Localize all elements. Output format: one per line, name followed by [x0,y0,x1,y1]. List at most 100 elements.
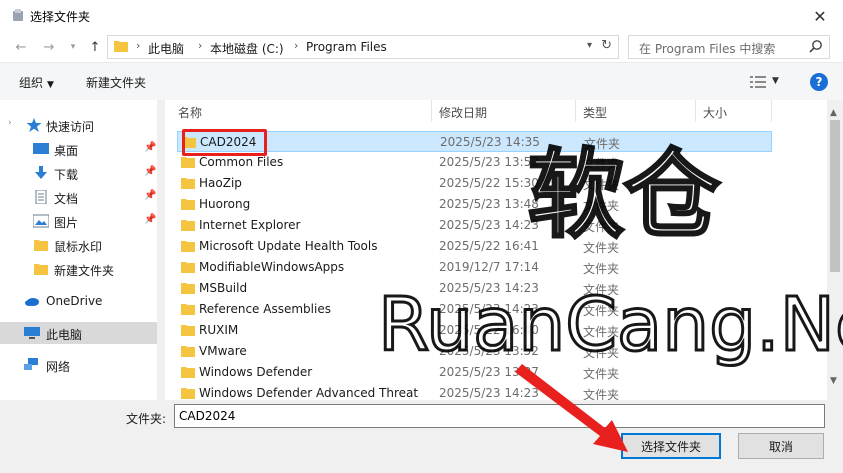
file-type: 文件夹 [583,241,620,255]
folder-icon [181,220,195,231]
nav-item-documents[interactable]: 文档 📌 [0,186,158,208]
view-options-icon[interactable] [750,75,766,89]
file-row[interactable]: MSBuild 2025/5/23 14:23 文件夹 [177,278,772,299]
nav-item-this-pc[interactable]: 此电脑 [0,322,158,344]
desktop-icon [33,143,49,154]
file-row[interactable]: Microsoft Update Health Tools 2025/5/22 1… [177,236,772,257]
file-row[interactable]: HaoZip 2025/5/22 15:30 文件夹 [177,173,772,194]
recent-locations-button[interactable]: ▾ [64,38,82,56]
column-divider[interactable] [431,100,432,122]
file-name: MSBuild [199,281,248,295]
nav-item-quick-access[interactable]: › 快速访问 [0,114,158,136]
file-name: RUXIM [199,323,239,337]
search-icon [809,40,822,53]
file-row[interactable]: RUXIM 2025/5/22 16:40 文件夹 [177,320,772,341]
address-history-chevron-icon[interactable]: ▾ [587,40,592,51]
column-header-name[interactable]: 名称 [178,104,202,121]
folder-icon [181,178,195,189]
file-name: Reference Assemblies [199,302,331,316]
nav-item-label: 新建文件夹 [54,264,115,278]
file-list-scrollbar[interactable]: ▲ ▼ [827,100,843,400]
navigation-row: ← → ▾ ↑ › 此电脑 › 本地磁盘 (C:) › Program File… [0,32,843,62]
cloud-icon [25,298,39,306]
file-row[interactable]: Reference Assemblies 2025/5/23 14:23 文件夹 [177,299,772,320]
file-name: HaoZip [199,176,242,190]
file-type: 文件夹 [583,388,620,400]
back-arrow-icon: ← [15,39,27,55]
nav-item-downloads[interactable]: 下载 📌 [0,162,158,184]
new-folder-button[interactable]: 新建文件夹 [86,74,146,91]
annotation-highlight-box [182,129,267,156]
column-header-date[interactable]: 修改日期 [439,104,487,121]
file-type: 文件夹 [583,178,620,192]
file-type: 文件夹 [583,283,620,297]
nav-item-onedrive[interactable]: OneDrive [0,290,158,312]
refresh-icon[interactable]: ↻ [601,38,612,53]
nav-item-pictures[interactable]: 图片 📌 [0,210,158,232]
column-header-row: ^ 名称 修改日期 类型 大小 [165,100,827,122]
nav-item-desktop[interactable]: 桌面 📌 [0,138,158,160]
nav-item-new-folder[interactable]: 新建文件夹 [0,258,158,280]
folder-icon [181,367,195,378]
cancel-button[interactable]: 取消 [738,433,824,459]
folder-icon [181,199,195,210]
help-icon[interactable]: ? [810,73,828,91]
scroll-up-icon[interactable]: ▲ [830,108,837,118]
star-icon [26,118,42,132]
file-date: 2025/5/23 14:23 [439,302,539,316]
app-icon [13,9,23,21]
expand-chevron-icon[interactable]: › [8,118,12,128]
file-row[interactable]: Windows Defender 2025/5/23 13:37 文件夹 [177,362,772,383]
folder-icon [181,262,195,273]
file-row[interactable]: Internet Explorer 2025/5/23 14:23 文件夹 [177,215,772,236]
scrollbar-thumb[interactable] [830,120,840,272]
file-date: 2025/5/22 15:30 [439,176,539,190]
computer-icon [24,327,40,339]
file-name: VMware [199,344,247,358]
file-type: 文件夹 [583,157,620,171]
breadcrumb-program-files[interactable]: Program Files [306,40,387,54]
file-type: 文件夹 [583,346,620,360]
folder-name-input[interactable] [174,404,825,428]
nav-item-network[interactable]: 网络 [0,354,158,376]
scroll-down-icon[interactable]: ▼ [830,376,837,386]
column-divider[interactable] [771,100,772,122]
folder-icon [34,240,48,251]
dialog-footer: 文件夹: 选择文件夹 取消 [0,400,843,473]
column-divider[interactable] [575,100,576,122]
file-row[interactable]: Windows Defender Advanced Threat 2025/5/2… [177,383,772,400]
navigation-pane-scrollbar[interactable] [157,100,165,400]
nav-item-mouse-watermark[interactable]: 鼠标水印 [0,234,158,256]
caret-down-icon: ▼ [47,80,54,90]
select-folder-button[interactable]: 选择文件夹 [621,433,721,459]
address-bar[interactable]: › 此电脑 › 本地磁盘 (C:) › Program Files ▾ ↻ [107,35,619,59]
file-name: Common Files [199,155,284,169]
file-row[interactable]: Huorong 2025/5/23 13:48 文件夹 [177,194,772,215]
up-button[interactable]: ↑ [86,38,104,56]
view-options-caret-icon[interactable]: ▼ [772,76,779,86]
search-box[interactable]: 在 Program Files 中搜索 [628,35,830,59]
file-name: Windows Defender [199,365,313,379]
pin-icon: 📌 [144,166,157,177]
file-type: 文件夹 [583,199,620,213]
file-date: 2025/5/23 14:35 [440,135,540,149]
file-row[interactable]: VMware 2025/5/23 13:52 文件夹 [177,341,772,362]
file-type: 文件夹 [583,325,620,339]
breadcrumb-local-disk[interactable]: 本地磁盘 (C:) [210,40,284,57]
organize-menu-button[interactable]: 组织 ▼ [19,74,54,91]
column-header-size[interactable]: 大小 [703,104,727,121]
nav-item-label: 文档 [54,192,79,206]
file-row[interactable]: ModifiableWindowsApps 2019/12/7 17:14 文件夹 [177,257,772,278]
close-button[interactable]: ✕ [797,0,843,32]
network-icon [24,358,38,370]
back-button[interactable]: ← [12,38,30,56]
forward-button[interactable]: → [40,38,58,56]
pin-icon: 📌 [144,142,157,153]
file-date: 2025/5/22 16:41 [439,239,539,253]
column-divider[interactable] [695,100,696,122]
nav-item-label: 图片 [54,216,79,230]
file-name: Windows Defender Advanced Threat [199,386,419,400]
breadcrumb-this-pc[interactable]: 此电脑 [148,40,184,57]
column-header-type[interactable]: 类型 [583,104,607,121]
folder-field-label: 文件夹: [126,412,167,426]
